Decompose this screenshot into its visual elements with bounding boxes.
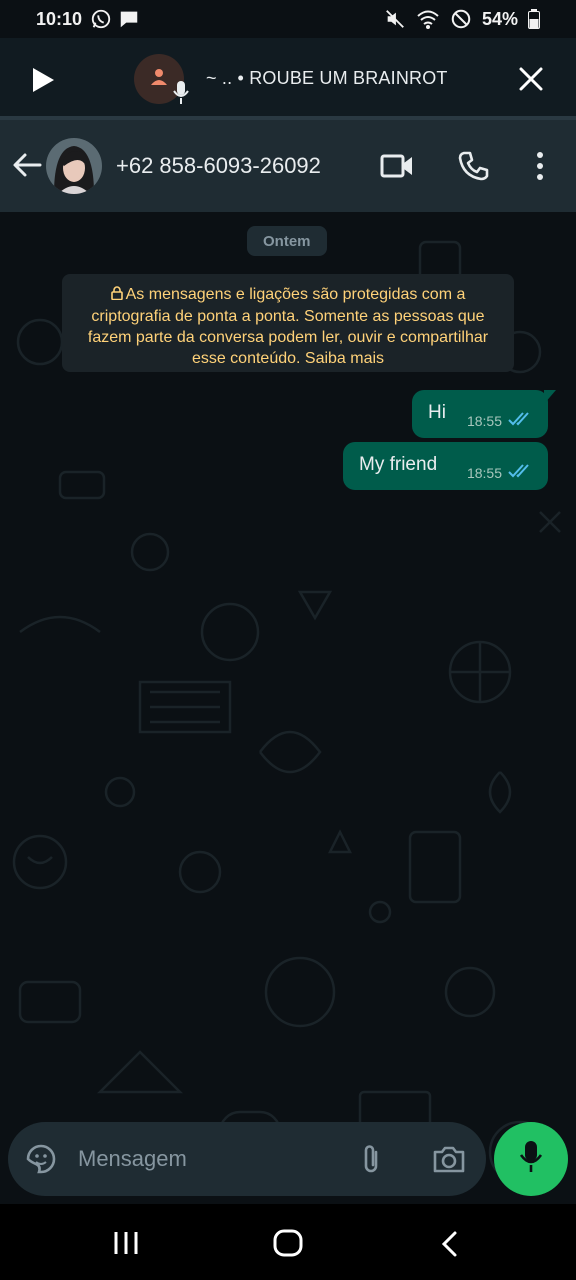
video-call-icon[interactable] (380, 152, 414, 185)
mic-icon (172, 80, 190, 111)
status-time: 10:10 (36, 8, 83, 29)
person-icon (149, 67, 169, 92)
chat-messages-area[interactable]: Ontem As mensagens e ligações são proteg… (0, 212, 576, 1204)
date-chip: Ontem (247, 226, 327, 256)
whatsapp-icon (90, 8, 112, 30)
sticker-icon[interactable] (24, 1142, 58, 1181)
mic-icon (519, 1140, 543, 1179)
read-ticks-icon (508, 463, 534, 482)
battery-icon (528, 9, 540, 29)
contact-name[interactable]: +62 858-6093-26092 (116, 153, 321, 179)
recents-icon[interactable] (112, 1230, 140, 1261)
voice-record-button[interactable] (494, 1122, 568, 1196)
message-text: Hi (428, 402, 446, 423)
bubble-tail (544, 390, 556, 404)
more-vert-icon[interactable] (530, 150, 550, 187)
message-input[interactable]: Mensagem (78, 1146, 187, 1172)
encryption-notice-text: As mensagens e ligações são protegidas c… (87, 286, 489, 367)
back-icon[interactable] (440, 1230, 460, 1263)
dnd-icon (450, 8, 472, 30)
encryption-notice[interactable]: As mensagens e ligações são protegidas c… (62, 274, 514, 372)
message-bubble-outgoing[interactable]: My friend 18:55 (343, 442, 548, 490)
voice-chat-banner[interactable]: ~ .. • ROUBE UM BRAINROT (0, 38, 576, 120)
phone-icon[interactable] (458, 150, 490, 187)
battery-text: 54% (481, 8, 518, 29)
mute-icon (384, 8, 406, 30)
home-icon[interactable] (272, 1228, 304, 1263)
message-time: 18:55 (466, 464, 502, 481)
whatsapp-chat-screen: 10:10 54% ~ .. • ROUBE UM BRAINROT +62 8… (0, 0, 576, 1280)
message-input-bar[interactable]: Mensagem (8, 1122, 486, 1196)
play-icon[interactable] (30, 66, 56, 99)
avatar[interactable] (46, 138, 102, 199)
lock-icon (110, 285, 123, 306)
message-icon (118, 8, 140, 30)
back-arrow-icon[interactable] (12, 152, 42, 183)
message-time: 18:55 (466, 412, 502, 429)
attach-icon[interactable] (358, 1142, 384, 1181)
voice-chat-title: ~ .. • ROUBE UM BRAINROT (206, 68, 448, 88)
close-icon[interactable] (518, 66, 544, 97)
message-text: My friend (359, 454, 438, 475)
system-nav-bar (0, 1204, 576, 1280)
camera-icon[interactable] (432, 1144, 466, 1179)
wifi-icon (416, 8, 440, 30)
message-bubble-outgoing[interactable]: Hi 18:55 (412, 390, 556, 438)
status-bar: 10:10 54% (0, 0, 576, 38)
chat-header: +62 858-6093-26092 (0, 120, 576, 212)
read-ticks-icon (508, 411, 534, 430)
